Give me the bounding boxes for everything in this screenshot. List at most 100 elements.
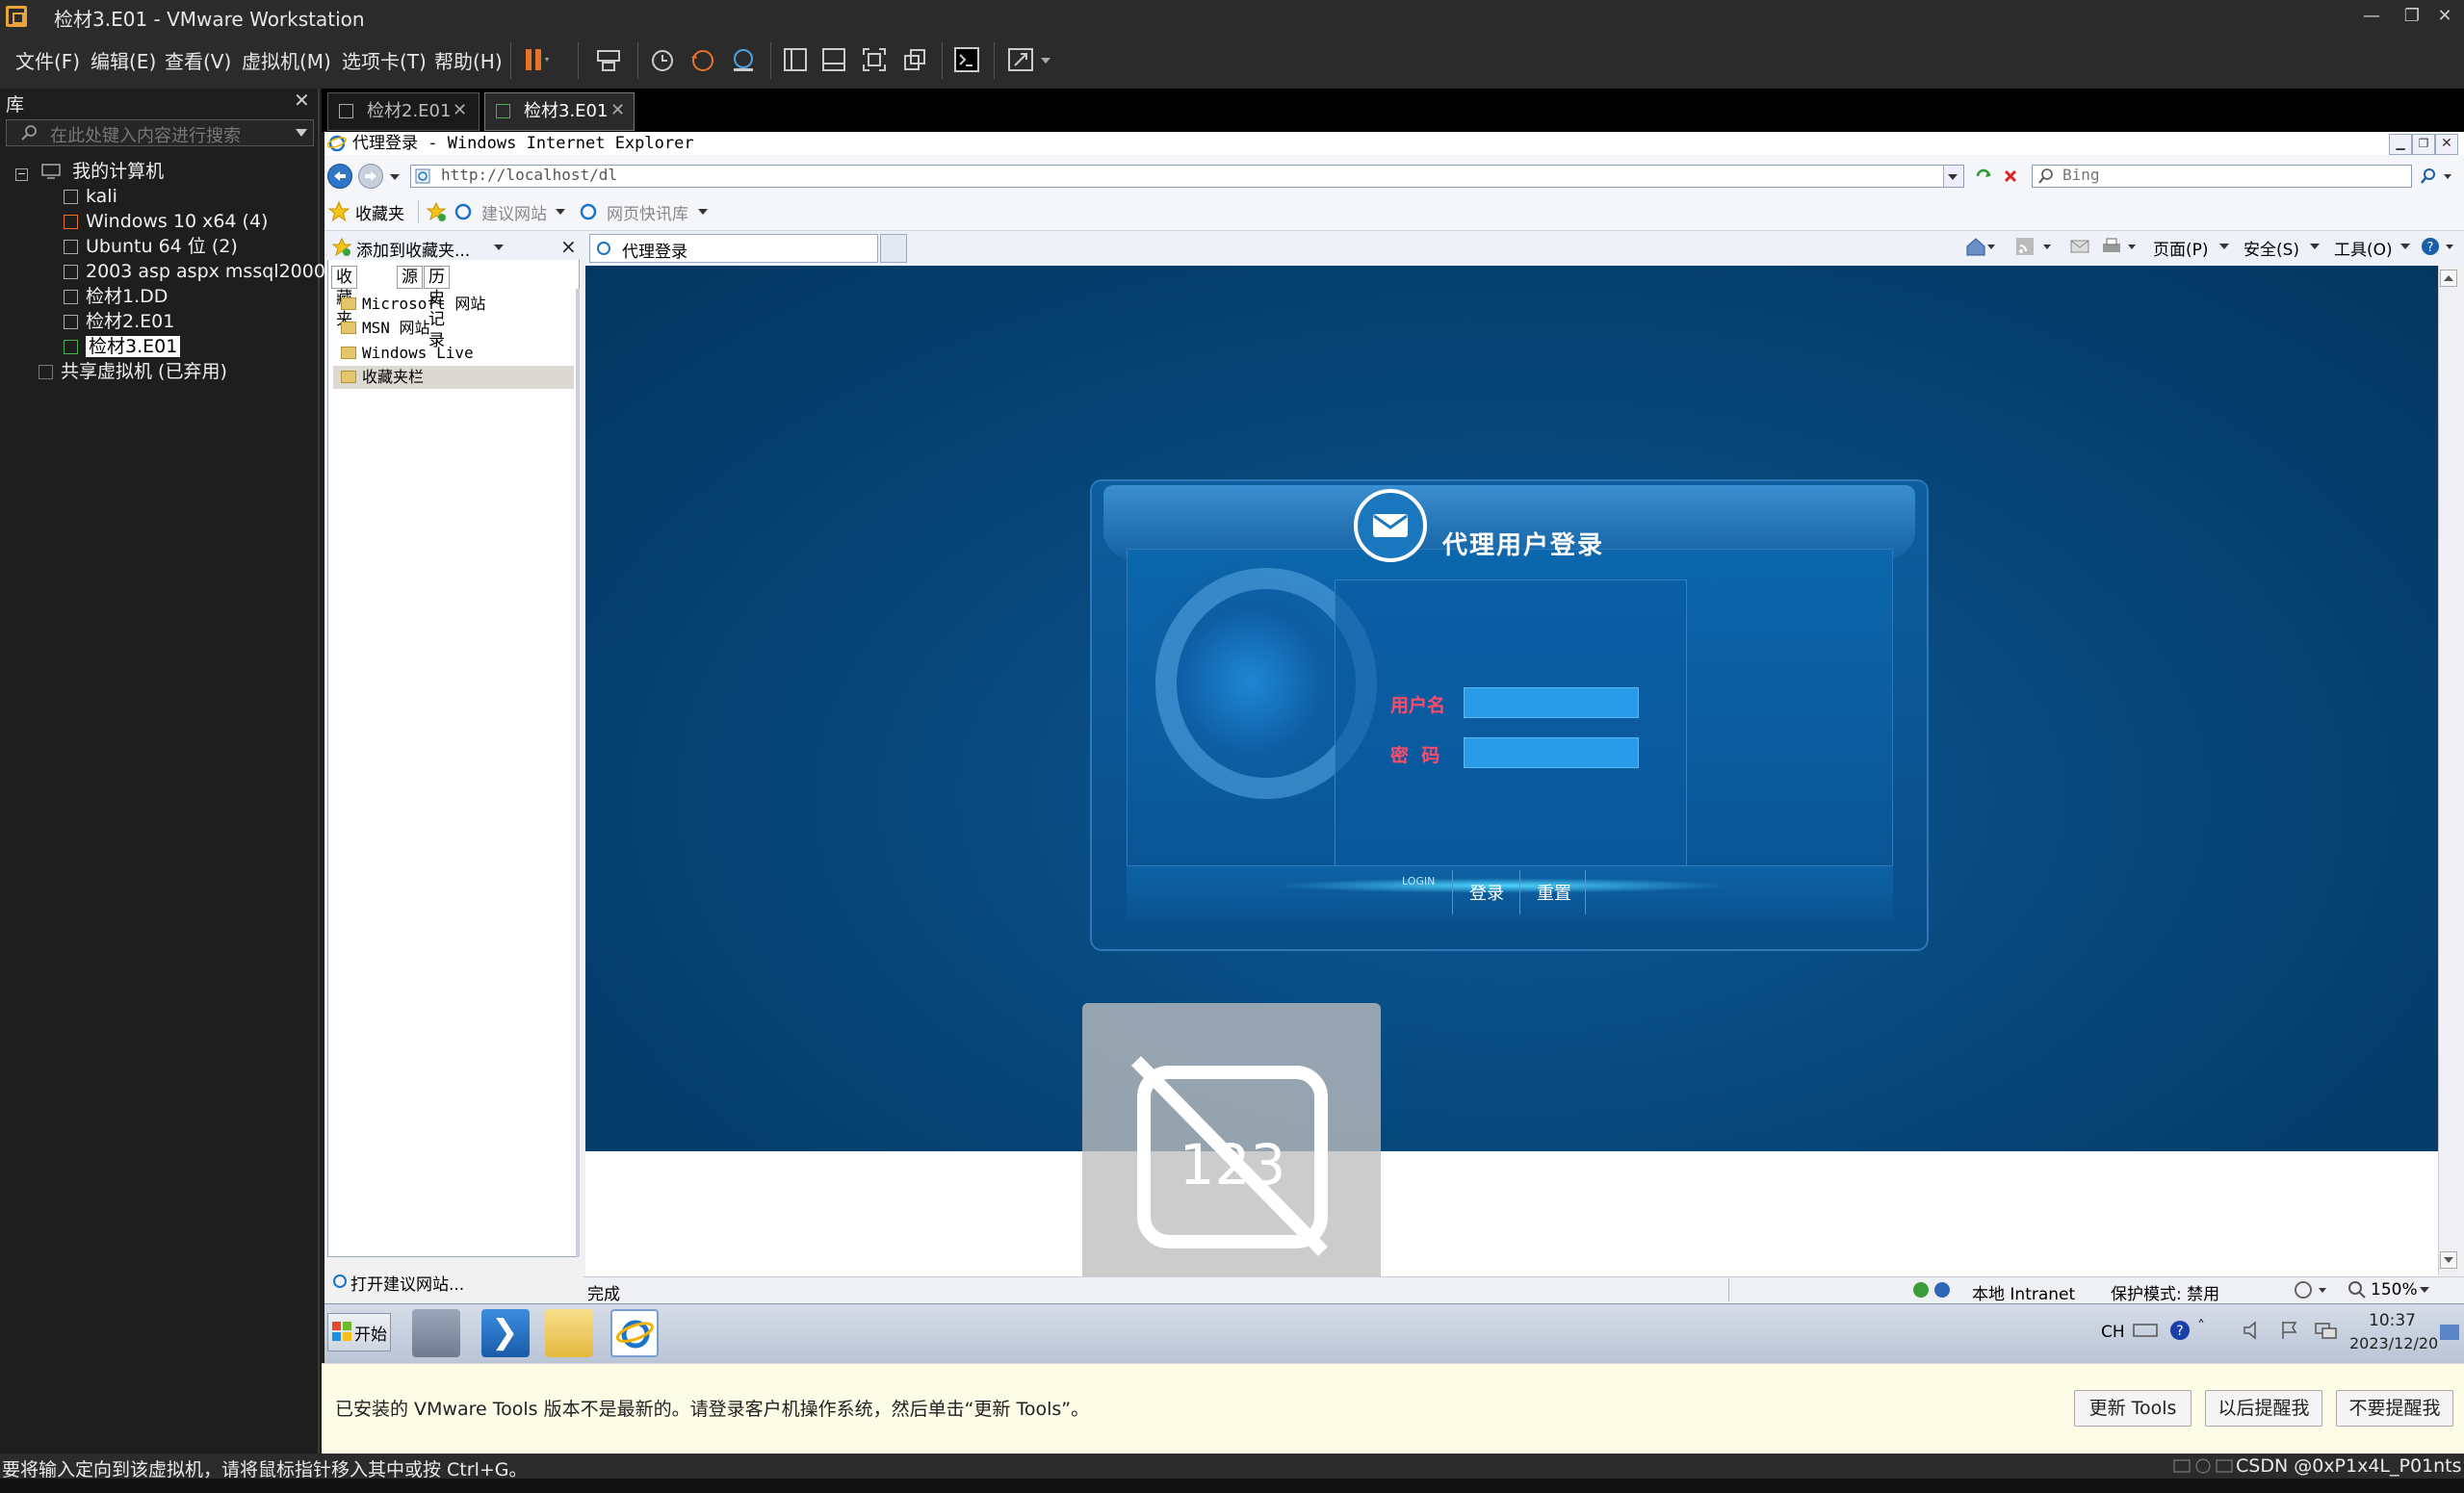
menu-tabs[interactable]: 选项卡(T) bbox=[342, 46, 427, 74]
popup-blocker-icon[interactable] bbox=[2292, 1278, 2334, 1301]
tab-close-icon[interactable]: ✕ bbox=[610, 100, 625, 120]
pane-close-button[interactable]: × bbox=[560, 235, 577, 258]
tree-item-shared-vms[interactable]: 共享虚拟机 (已弃用) bbox=[39, 359, 227, 384]
input-language[interactable]: CH bbox=[2101, 1323, 2125, 1342]
reset-button[interactable]: 重置 bbox=[1537, 880, 1571, 905]
chevron-down-icon[interactable] bbox=[2419, 1286, 2430, 1294]
address-bar-input[interactable] bbox=[410, 165, 1964, 188]
feeds-icon[interactable] bbox=[2014, 235, 2057, 258]
menu-edit[interactable]: 编辑(E) bbox=[91, 46, 156, 74]
pause-icon[interactable] bbox=[520, 44, 551, 75]
clock-time[interactable]: 10:37 bbox=[2369, 1311, 2416, 1330]
pane-tab-favorites[interactable]: 收藏夹 bbox=[331, 266, 357, 329]
zoom-level[interactable]: 150% bbox=[2371, 1280, 2418, 1300]
refresh-icon[interactable] bbox=[1974, 167, 1993, 186]
read-mail-icon[interactable] bbox=[2068, 235, 2091, 258]
show-desktop-button[interactable] bbox=[2440, 1325, 2459, 1340]
stop-icon[interactable] bbox=[2001, 167, 2020, 186]
menu-view[interactable]: 查看(V) bbox=[165, 46, 231, 74]
fav-item-favorites-bar[interactable]: 收藏夹栏 bbox=[333, 366, 574, 389]
stretch-guest-icon[interactable] bbox=[1005, 44, 1036, 75]
open-suggested-sites-link[interactable]: 打开建议网站... bbox=[350, 1271, 464, 1295]
ie-minimize-button[interactable]: ▁ bbox=[2389, 134, 2412, 155]
show-hidden-icons[interactable]: ˄ bbox=[2197, 1317, 2205, 1335]
new-tab-button[interactable] bbox=[880, 234, 907, 263]
zoom-icon[interactable] bbox=[2346, 1278, 2367, 1301]
snapshot-manager-icon[interactable] bbox=[728, 44, 759, 75]
search-go-icon[interactable] bbox=[2419, 167, 2453, 186]
pane-splitter[interactable] bbox=[576, 289, 580, 1257]
ie-restore-button[interactable]: ❐ bbox=[2412, 134, 2435, 155]
add-to-favorites-button[interactable]: 添加到收藏夹... bbox=[356, 237, 470, 261]
fav-item-windows-live[interactable]: Windows Live bbox=[333, 342, 574, 365]
server-manager-icon[interactable] bbox=[412, 1309, 460, 1357]
full-screen-icon[interactable] bbox=[859, 44, 890, 75]
chevron-down-icon[interactable] bbox=[2399, 243, 2411, 250]
page-menu-button[interactable]: 页面(P) bbox=[2153, 236, 2209, 260]
chevron-down-icon[interactable] bbox=[697, 208, 709, 216]
tools-menu-button[interactable]: 工具(O) bbox=[2334, 236, 2393, 260]
chevron-down-icon[interactable] bbox=[2309, 243, 2321, 250]
tab-close-icon[interactable]: ✕ bbox=[453, 100, 467, 120]
revert-snapshot-icon[interactable] bbox=[687, 44, 718, 75]
close-button[interactable]: ✕ bbox=[2423, 0, 2464, 33]
chevron-down-icon[interactable] bbox=[1040, 56, 1051, 65]
menu-vm[interactable]: 虚拟机(M) bbox=[242, 46, 331, 74]
tree-item-kali[interactable]: kali bbox=[64, 184, 117, 209]
snapshot-icon[interactable] bbox=[647, 44, 678, 75]
web-slice-gallery-link[interactable]: 网页快讯库 bbox=[607, 200, 688, 224]
tree-item-windows-10[interactable]: Windows 10 x64 (4) bbox=[64, 209, 268, 234]
network-icon[interactable] bbox=[2313, 1319, 2338, 1342]
help-icon[interactable]: ? bbox=[2419, 235, 2459, 258]
tree-item-evidence-2[interactable]: 检材2.E01 bbox=[64, 309, 174, 334]
tree-root-my-computer[interactable]: − 我的计算机 bbox=[15, 159, 164, 184]
explorer-icon[interactable] bbox=[545, 1309, 593, 1357]
page-scrollbar[interactable] bbox=[2438, 266, 2460, 1274]
collapse-icon[interactable]: − bbox=[15, 168, 28, 181]
help-icon[interactable]: ? bbox=[2168, 1319, 2192, 1342]
favorites-button[interactable]: 收藏夹 bbox=[355, 200, 404, 224]
thumbnail-bar-icon[interactable] bbox=[818, 44, 849, 75]
suggested-sites-link[interactable]: 建议网站 bbox=[481, 200, 547, 224]
tree-item-2003[interactable]: 2003 asp aspx mssql2000 bbox=[64, 259, 325, 284]
dont-remind-button[interactable]: 不要提醒我 bbox=[2336, 1390, 2453, 1427]
ie-close-button[interactable]: ✕ bbox=[2435, 134, 2458, 155]
keyboard-icon[interactable] bbox=[2132, 1319, 2159, 1342]
chevron-down-icon[interactable] bbox=[555, 208, 566, 216]
chevron-down-icon[interactable] bbox=[389, 172, 401, 182]
menu-help[interactable]: 帮助(H) bbox=[434, 46, 503, 74]
scroll-down-icon[interactable] bbox=[2440, 1251, 2457, 1269]
pane-tab-history[interactable]: 历史记录 bbox=[424, 266, 450, 350]
print-icon[interactable] bbox=[2099, 235, 2141, 258]
device-status-icons[interactable] bbox=[2172, 1456, 2240, 1476]
toolbar-divider bbox=[994, 42, 995, 79]
console-view-icon[interactable] bbox=[951, 44, 982, 75]
menu-file[interactable]: 文件(F) bbox=[15, 46, 80, 74]
add-favorites-star-icon[interactable] bbox=[426, 201, 447, 222]
password-input[interactable] bbox=[1464, 737, 1639, 768]
remind-later-button[interactable]: 以后提醒我 bbox=[2205, 1390, 2322, 1427]
pane-tab-feeds[interactable]: 源 bbox=[397, 266, 423, 289]
send-ctrl-alt-del-icon[interactable] bbox=[593, 44, 624, 75]
clock-date[interactable]: 2023/12/20 bbox=[2349, 1334, 2438, 1352]
action-center-flag-icon[interactable] bbox=[2278, 1319, 2301, 1342]
chevron-down-icon[interactable] bbox=[493, 244, 505, 251]
unity-icon[interactable] bbox=[899, 44, 930, 75]
minimize-button[interactable]: — bbox=[2349, 0, 2394, 33]
login-button[interactable]: 登录 bbox=[1469, 880, 1504, 905]
username-input[interactable] bbox=[1464, 687, 1639, 718]
scroll-up-icon[interactable] bbox=[2440, 270, 2457, 287]
update-tools-button[interactable]: 更新 Tools bbox=[2074, 1390, 2192, 1427]
home-icon[interactable] bbox=[1964, 235, 1995, 258]
safety-menu-button[interactable]: 安全(S) bbox=[2244, 236, 2299, 260]
fav-item-msn[interactable]: MSN 网站 bbox=[333, 317, 574, 340]
chevron-down-icon[interactable] bbox=[295, 127, 308, 139]
fav-item-microsoft[interactable]: Microsoft 网站 bbox=[333, 293, 574, 316]
show-library-icon[interactable] bbox=[780, 44, 811, 75]
chevron-down-icon[interactable] bbox=[2218, 243, 2230, 250]
tree-item-evidence-1[interactable]: 检材1.DD bbox=[64, 284, 168, 309]
tree-item-ubuntu[interactable]: Ubuntu 64 位 (2) bbox=[64, 234, 238, 259]
tree-item-evidence-3[interactable]: 检材3.E01 bbox=[64, 334, 181, 359]
library-close-button[interactable]: ✕ bbox=[294, 89, 310, 112]
volume-icon[interactable] bbox=[2242, 1319, 2265, 1342]
